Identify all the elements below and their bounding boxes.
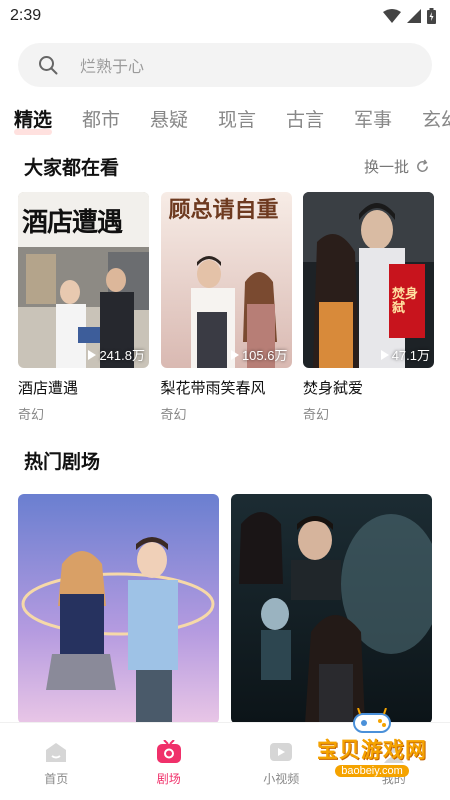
wifi-icon bbox=[383, 9, 401, 23]
play-icon bbox=[380, 349, 389, 360]
view-count: 105.6万 bbox=[230, 345, 288, 364]
play-icon bbox=[88, 349, 97, 360]
view-count-text: 47.1万 bbox=[391, 348, 430, 363]
tab-fantasy[interactable]: 玄幻 bbox=[422, 105, 450, 132]
theater-poster-image bbox=[18, 494, 219, 724]
nav-label: 首页 bbox=[44, 772, 69, 786]
section-header-hot-theater: 热门剧场 bbox=[24, 447, 430, 474]
drama-genre: 奇幻 bbox=[18, 408, 45, 423]
search-input[interactable]: 烂熟于心 bbox=[18, 43, 432, 87]
drama-card-list: 酒店遭遇 241.8万 酒店遭遇 奇幻 顾总请自重 105.6万 梨花带雨笑春风… bbox=[18, 192, 434, 423]
nav-label: 小视频 bbox=[263, 772, 300, 786]
poster-title-text: 酒店遭遇 bbox=[22, 208, 123, 238]
drama-poster[interactable]: 焚身弑 47.1万 bbox=[303, 192, 434, 368]
tab-modern-romance[interactable]: 现言 bbox=[218, 105, 286, 132]
drama-card[interactable]: 顾总请自重 105.6万 梨花带雨笑春风 奇幻 bbox=[160, 192, 292, 423]
drama-card[interactable]: 焚身弑 47.1万 焚身弑爱 奇幻 bbox=[303, 192, 434, 423]
video-icon bbox=[270, 743, 293, 761]
theater-card[interactable] bbox=[18, 494, 219, 724]
drama-title[interactable]: 梨花带雨笑春风 bbox=[161, 377, 292, 398]
search-icon bbox=[39, 56, 58, 75]
section-title: 热门剧场 bbox=[24, 451, 101, 473]
tab-military[interactable]: 军事 bbox=[354, 105, 422, 132]
search-placeholder: 烂熟于心 bbox=[80, 57, 145, 76]
drama-poster[interactable]: 顾总请自重 105.6万 bbox=[160, 192, 292, 368]
theater-poster-image bbox=[231, 494, 432, 724]
hot-theater-list bbox=[18, 494, 432, 724]
play-icon bbox=[230, 349, 239, 360]
view-count: 241.8万 bbox=[88, 345, 145, 364]
gamepad-icon bbox=[353, 708, 391, 733]
drama-title[interactable]: 焚身弑爱 bbox=[303, 377, 434, 398]
tab-featured[interactable]: 精选 bbox=[14, 105, 82, 135]
refresh-icon bbox=[417, 159, 428, 172]
status-icons bbox=[383, 8, 436, 24]
status-bar: 2:39 bbox=[0, 0, 450, 32]
drama-genre: 奇幻 bbox=[160, 408, 187, 423]
tab-urban[interactable]: 都市 bbox=[82, 105, 150, 132]
drama-title[interactable]: 酒店遭遇 bbox=[18, 377, 149, 398]
battery-icon bbox=[427, 8, 436, 24]
nav-home[interactable]: 首页 bbox=[11, 740, 101, 787]
status-time: 2:39 bbox=[10, 7, 42, 24]
nav-theater[interactable]: 剧场 bbox=[124, 740, 214, 787]
refresh-label: 换一批 bbox=[363, 158, 409, 176]
refresh-button[interactable]: 换一批 bbox=[364, 156, 430, 177]
theater-icon bbox=[156, 740, 181, 763]
tab-ancient-romance[interactable]: 古言 bbox=[286, 105, 354, 132]
view-count: 47.1万 bbox=[380, 345, 430, 364]
view-count-text: 241.8万 bbox=[99, 348, 145, 363]
theater-card[interactable] bbox=[231, 494, 432, 724]
view-count-text: 105.6万 bbox=[241, 348, 288, 363]
watermark-text: 宝贝游戏网 bbox=[317, 738, 427, 762]
poster-title-text: 焚身弑 bbox=[392, 287, 419, 317]
signal-icon bbox=[407, 9, 421, 23]
tab-mystery[interactable]: 悬疑 bbox=[150, 105, 218, 132]
section-title: 大家都在看 bbox=[24, 157, 120, 179]
poster-title-text: 顾总请自重 bbox=[168, 197, 279, 223]
watermark-url: baobeiy.com bbox=[335, 765, 409, 777]
home-icon bbox=[46, 743, 67, 762]
site-watermark: 宝贝游戏网 baobeiy.com bbox=[312, 708, 432, 790]
drama-genre: 奇幻 bbox=[303, 408, 330, 423]
nav-label: 剧场 bbox=[156, 772, 181, 786]
section-header-popular: 大家都在看 换一批 bbox=[24, 153, 430, 180]
drama-poster[interactable]: 酒店遭遇 241.8万 bbox=[18, 192, 149, 368]
drama-card[interactable]: 酒店遭遇 241.8万 酒店遭遇 奇幻 bbox=[18, 192, 149, 423]
category-tabs: 精选 都市 悬疑 现言 古言 军事 玄幻 bbox=[0, 100, 450, 136]
poster-image bbox=[303, 192, 434, 368]
